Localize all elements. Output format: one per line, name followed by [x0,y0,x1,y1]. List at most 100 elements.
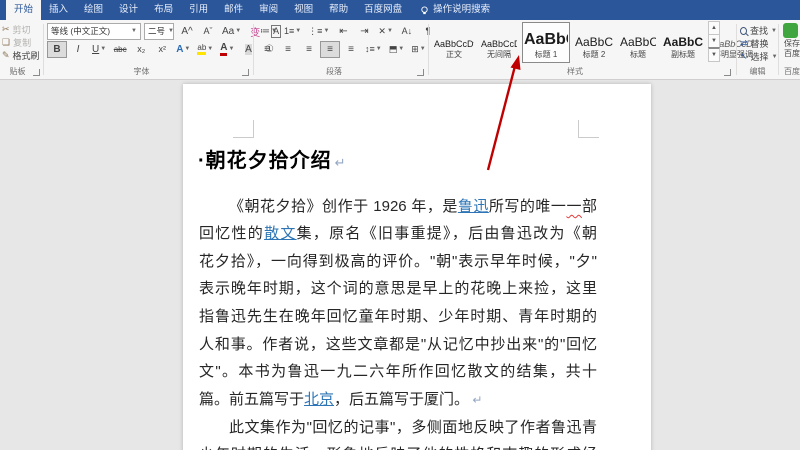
font-name-combo[interactable]: 等线 (中文正文) ▼ [47,22,141,40]
styles-scroll-up-button[interactable]: ▲ [708,21,720,35]
body-text-line[interactable]: 表示晚年时期，这个词的意思是早上的花晚上来捡，这里 [199,279,597,299]
body-text-line[interactable]: 指鲁迅先生在晚年回忆童年时期、少年时期、青年时期的 [199,307,597,327]
hyperlink-鲁迅[interactable]: 鲁迅 [458,198,489,215]
text-effects-button[interactable]: A ▼ [173,41,193,58]
align-center-button[interactable]: ≡ [278,41,298,58]
font-color-button[interactable]: A ▼ [217,41,237,58]
cut-button: ✂ 剪切 [0,23,43,36]
styles-more-button[interactable]: ▼ [708,47,720,62]
justify-button-icon: ≡ [327,43,333,55]
baidu-netdisk-icon [783,23,798,38]
clipboard-dialog-launcher[interactable] [33,69,40,76]
decrease-indent-button[interactable]: ⇤ [333,23,353,40]
chevron-down-icon: ▼ [168,28,174,34]
text-run: 集，原名《旧事重提》，后由鲁迅改为《朝 [296,225,597,242]
align-left-button[interactable]: ≡ [257,41,277,58]
superscript-button[interactable]: x² [152,41,172,58]
body-text-line[interactable]: 回忆性的散文集，原名《旧事重提》，后由鲁迅改为《朝 [199,224,597,244]
multilevel-list-button[interactable]: ⋮≡ ▼ [305,23,332,40]
select-button[interactable]: ↖ 选择 ▼ [738,50,778,63]
increase-indent-button[interactable]: ⇥ [354,23,374,40]
line-spacing-button[interactable]: ↕≡ ▼ [362,41,385,58]
body-text-line[interactable]: 此文集作为"回忆的记事"，多侧面地反映了作者鲁迅青 [199,418,597,438]
hyperlink-北京[interactable]: 北京 [304,391,334,408]
asian-layout-button[interactable]: ✕ ▼ [375,23,396,40]
style-card-正文[interactable]: AaBbCcDt 正文 [432,22,476,63]
shrink-font-button[interactable]: Aˇ [198,23,218,40]
styles-scroll-down-button[interactable]: ▼ [708,34,720,48]
document-heading[interactable]: ·朝花夕拾介绍 ↵ [198,144,347,173]
text-effects-button-icon: A [176,43,184,55]
tab-设计[interactable]: 设计 [111,0,146,20]
style-preview: AaBbC [663,35,703,49]
chevron-down-icon: ▼ [386,28,393,34]
body-text-line[interactable]: 《朝花夕拾》创作于 1926 年，是鲁迅所写的唯一一部 [199,197,597,217]
shading-button[interactable]: ⬒ ▼ [386,41,407,58]
font-dialog-launcher[interactable] [242,69,249,76]
document-page[interactable]: ·朝花夕拾介绍 ↵ 《朝花夕拾》创作于 1926 年，是鲁迅所写的唯一一部 回忆性的… [183,84,651,450]
text-run: 表示晚年时期，这个词的意思是早上的花晚上来捡，这里 [199,280,597,297]
numbering-button[interactable]: 1≡ ▼ [281,23,304,40]
style-preview: AaBbC [575,35,613,49]
tab-邮件[interactable]: 邮件 [216,0,251,20]
change-case-button[interactable]: Aa ▼ [219,23,244,40]
body-text-line[interactable]: 少年时期的生活，形象地反映了他的性格和志趣的形成经 [199,445,597,450]
body-text-line[interactable]: 人和事。作者说，这些文章都是"从记忆中抄出来"的"回忆 [199,335,597,355]
paragraph-mark: ↵ [334,155,347,170]
text-run: 少年时期的生活，形象地反映了他的性格和志趣的形成经 [199,446,597,450]
group-separator [253,24,254,75]
borders-button[interactable]: ⊞ ▼ [408,41,429,58]
find-button[interactable]: 查找 ▼ [738,24,777,37]
tab-审阅[interactable]: 审阅 [251,0,286,20]
tab-帮助[interactable]: 帮助 [321,0,356,20]
ribbon-tab-bar: 开始 插入 绘图 设计 布局 引用 邮件 审阅 视图 帮助 百度网盘 操作说明搜索 [0,0,800,20]
hyperlink-散文[interactable]: 散文 [264,225,297,242]
body-text-line[interactable]: 文"。本书为鲁迅一九二六年所作回忆散文的结集，共十 [199,362,597,382]
style-card-标题1[interactable]: AaBbC 标题 1 [522,22,570,63]
tab-绘图[interactable]: 绘图 [76,0,111,20]
distribute-button-icon: ≡ [348,43,354,55]
save-to-baidu-netdisk-button[interactable]: 保存到 百度网盘 [780,23,800,59]
font-size-combo[interactable]: 二号 ▼ [144,22,174,40]
style-card-无间隔[interactable]: AaBbCcDx无间隔 [479,22,519,63]
strikethrough-button[interactable]: abc [110,41,130,58]
bullets-button[interactable]: ≔ ▼ [257,23,280,40]
style-card-标题[interactable]: AaBbC 标题 [618,22,658,63]
chevron-down-icon: ▼ [131,28,137,34]
tab-百度网盘[interactable]: 百度网盘 [356,0,410,20]
tab-布局[interactable]: 布局 [146,0,181,20]
tab-引用[interactable]: 引用 [181,0,216,20]
replace-button[interactable]: ⇄ 替换 [738,37,777,50]
change-case-button-icon: Aa [222,25,235,37]
tab-开始[interactable]: 开始 [6,0,42,20]
style-card-标题2[interactable]: AaBbC 标题 2 [573,22,615,63]
document-canvas[interactable]: ·朝花夕拾介绍 ↵ 《朝花夕拾》创作于 1926 年，是鲁迅所写的唯一一部 回忆性的… [0,80,800,450]
word-window: 开始 插入 绘图 设计 布局 引用 邮件 审阅 视图 帮助 百度网盘 操作说明搜索 ✂ 剪切 ❏ 复制 ✎ 格… [0,0,800,450]
char-shading-button-icon: A [245,43,252,55]
distribute-button[interactable]: ≡ [341,41,361,58]
align-right-button[interactable]: ≡ [299,41,319,58]
styles-dialog-launcher[interactable] [724,69,731,76]
group-separator [736,24,737,75]
sort-button[interactable]: A↓ [397,23,417,40]
body-text-line[interactable]: 篇。前五篇写于北京，后五篇写于厦门。 ↵ [199,390,597,410]
clipboard-group-label: 贴板 [9,67,26,76]
text-run: 此文集作为"回忆的记事"，多侧面地反映了作者鲁迅青 [229,419,597,436]
superscript-button-icon: x² [158,44,166,54]
tab-插入[interactable]: 插入 [41,0,76,20]
grow-font-button[interactable]: A^ [177,23,197,40]
highlight-button[interactable]: ab ▼ [194,41,216,58]
bold-button[interactable]: B [47,40,67,58]
subscript-button[interactable]: x₂ [131,41,151,58]
format-painter-button[interactable]: ✎ 格式刷 [0,49,43,62]
body-text-line[interactable]: 花夕拾》，一向得到极高的评价。"朝"表示早年时候，"夕" [199,252,597,272]
paragraph-dialog-launcher[interactable] [417,69,424,76]
justify-button[interactable]: ≡ [320,40,340,58]
editing-group: 查找 ▼ ⇄ 替换 ↖ 选择 ▼ 编辑 [738,20,778,79]
numbering-button-icon: 1≡ [283,26,295,36]
underline-button[interactable]: U ▼ [89,41,109,58]
italic-button[interactable]: I [68,41,88,58]
tell-me-box[interactable]: 操作说明搜索 [410,0,500,20]
style-card-副标题[interactable]: AaBbC 副标题 [661,22,705,63]
tab-视图[interactable]: 视图 [286,0,321,20]
